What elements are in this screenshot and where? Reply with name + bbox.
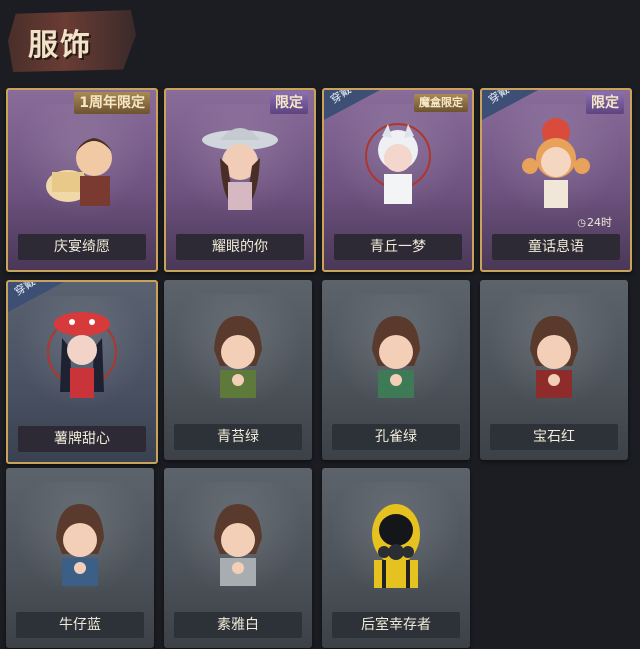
remaining-time: ◷24时 [577,214,612,230]
costume-name: 孔雀绿 [332,424,460,450]
character-portrait [514,116,598,212]
costume-card[interactable]: 宝石红 [480,280,628,460]
character-portrait [356,116,440,212]
costume-card[interactable]: 后室幸存者 [322,468,470,648]
costume-card[interactable]: 牛仔蓝 [6,468,154,648]
character-portrait [196,306,280,402]
limited-tag: 限定 [586,92,624,114]
section-title: 服饰 [28,28,92,63]
costume-name: 耀眼的你 [176,234,304,260]
costume-name: 后室幸存者 [332,612,460,638]
remaining-time-value: 24时 [587,216,612,229]
costume-name: 庆宴绮愿 [18,234,146,260]
costume-name: 童话息语 [492,234,620,260]
clock-icon: ◷ [577,218,586,229]
costume-card[interactable]: 穿戴 薯牌甜心 [6,280,158,464]
limited-tag: 1周年限定 [74,92,150,114]
costume-name: 青苔绿 [174,424,302,450]
costume-name: 牛仔蓝 [16,612,144,638]
character-portrait [40,116,124,212]
character-portrait [354,494,438,590]
costume-card[interactable]: 穿戴 限定 ◷24时 童话息语 [480,88,632,272]
costume-card[interactable]: 限定 耀眼的你 [164,88,316,272]
limited-tag: 限定 [270,92,308,114]
limited-tag: 魔盒限定 [414,94,468,112]
costume-card[interactable]: 孔雀绿 [322,280,470,460]
costume-card[interactable]: 1周年限定 庆宴绮愿 [6,88,158,272]
character-portrait [38,494,122,590]
character-portrait [198,116,282,212]
costume-name: 素雅白 [174,612,302,638]
character-portrait [196,494,280,590]
costume-name: 宝石红 [490,424,618,450]
costume-name: 薯牌甜心 [18,426,146,452]
character-portrait [512,306,596,402]
costume-card[interactable]: 穿戴 魔盒限定 青丘一梦 [322,88,474,272]
character-portrait [354,306,438,402]
costume-name: 青丘一梦 [334,234,462,260]
costume-card[interactable]: 青苔绿 [164,280,312,460]
costume-card[interactable]: 素雅白 [164,468,312,648]
character-portrait [40,308,124,404]
